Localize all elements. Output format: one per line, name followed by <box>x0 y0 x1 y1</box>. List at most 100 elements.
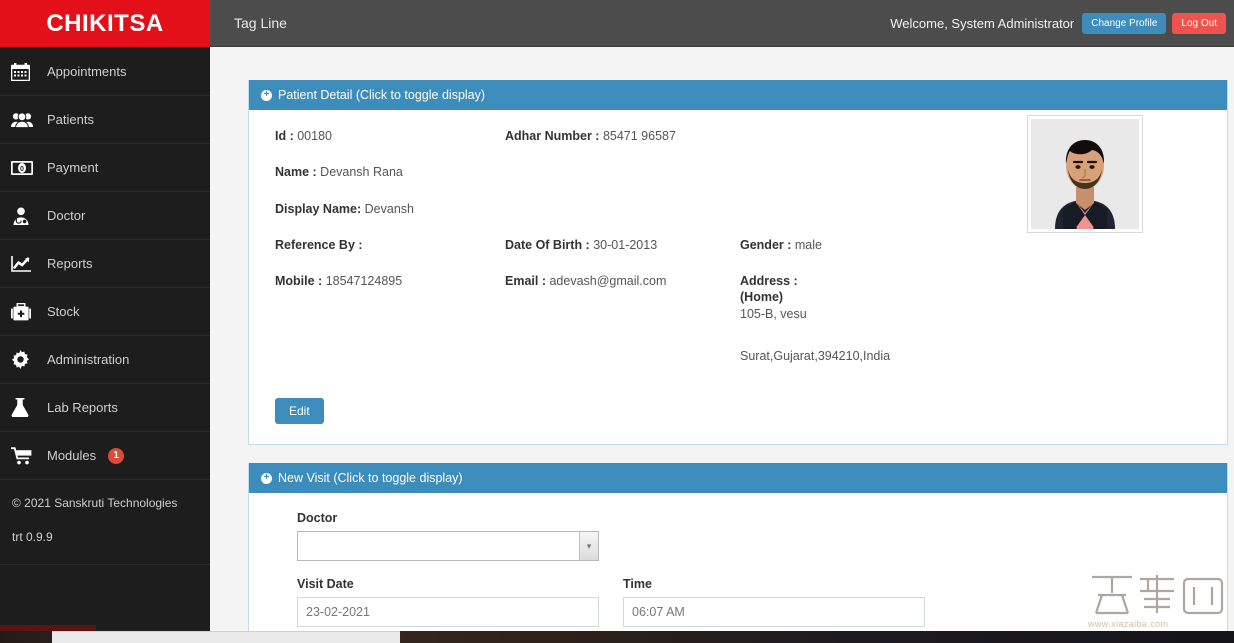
chart-line-icon <box>11 253 37 275</box>
patient-spacer-1 <box>740 128 970 164</box>
patient-name-field: Name : Devansh Rana <box>275 164 505 200</box>
sidebar-item-reports[interactable]: Reports <box>0 240 210 288</box>
patient-adhar-value: 85471 96587 <box>602 129 676 143</box>
new-visit-panel: + New Visit (Click to toggle display) Do… <box>248 463 1228 643</box>
patient-photo <box>1027 115 1143 233</box>
sidebar-item-label: Modules <box>47 448 97 463</box>
welcome-text: Welcome, System Administrator <box>890 15 1075 31</box>
patient-address-label: Address : <box>740 274 798 288</box>
cart-icon <box>11 445 37 467</box>
patient-display-name-field: Display Name: Devansh <box>275 201 505 237</box>
plus-circle-icon: + <box>261 89 272 101</box>
doctor-field-spacer <box>623 511 925 561</box>
sidebar: CHIKITSA Appointments Patients 0 Payment <box>0 0 210 643</box>
patient-spacer-4 <box>505 201 740 237</box>
patient-email-value: adevash@gmail.com <box>549 274 667 288</box>
patient-dob-field: Date Of Birth : 30-01-2013 <box>505 237 740 273</box>
patient-address-type: (Home) <box>740 290 784 305</box>
patient-photo-image <box>1031 119 1139 229</box>
patient-mobile-value: 18547124895 <box>325 274 403 288</box>
modules-badge: 1 <box>108 447 125 464</box>
doctor-field-group: Doctor ▾ <box>297 511 599 561</box>
sidebar-item-label: Lab Reports <box>47 400 118 415</box>
sidebar-item-label: Patients <box>47 112 94 127</box>
svg-text:0: 0 <box>20 166 24 173</box>
edit-patient-button[interactable]: Edit <box>275 398 324 424</box>
time-field-group: Time <box>623 577 925 627</box>
plus-circle-icon: + <box>261 472 272 484</box>
patient-id-field: Id : 00180 <box>275 128 505 164</box>
sidebar-item-administration[interactable]: Administration <box>0 336 210 384</box>
app-window: CHIKITSA Appointments Patients 0 Payment <box>0 0 1234 643</box>
patient-dob-value: 30-01-2013 <box>593 237 658 252</box>
patient-detail-panel: + Patient Detail (Click to toggle displa… <box>248 80 1228 445</box>
logout-button[interactable]: Log Out <box>1172 12 1226 34</box>
sidebar-footer: © 2021 Sanskruti Technologies trt 0.9.9 <box>0 480 210 565</box>
sidebar-item-label: Administration <box>47 352 130 367</box>
patient-id-value: 00180 <box>297 129 332 143</box>
patient-gender-value: male <box>794 237 822 252</box>
os-taskbar <box>0 631 1234 643</box>
sidebar-item-label: Stock <box>47 304 80 319</box>
sidebar-item-patients[interactable]: Patients <box>0 96 210 144</box>
medkit-icon <box>11 301 37 323</box>
new-visit-panel-title: New Visit (Click to toggle display) <box>278 471 463 485</box>
patient-adhar-label: Adhar Number : <box>505 129 600 143</box>
sidebar-item-label: Doctor <box>47 208 86 223</box>
sidebar-item-doctor[interactable]: Doctor <box>0 192 210 240</box>
sidebar-copyright: © 2021 Sanskruti Technologies <box>12 496 178 510</box>
header-actions: Welcome, System Administrator Change Pro… <box>890 0 1234 47</box>
patient-name-value: Devansh Rana <box>320 165 403 180</box>
patient-mobile-field: Mobile : 18547124895 <box>275 273 505 384</box>
sidebar-item-stock[interactable]: Stock <box>0 288 210 336</box>
brand-logo[interactable]: CHIKITSA <box>0 0 210 47</box>
flask-icon <box>11 397 37 419</box>
patient-detail-panel-header[interactable]: + Patient Detail (Click to toggle displa… <box>249 80 1227 110</box>
sidebar-item-label: Payment <box>47 160 99 175</box>
main-content: + Patient Detail (Click to toggle displa… <box>210 47 1234 643</box>
visit-date-field-group: Visit Date <box>297 577 599 627</box>
visit-date-input[interactable] <box>297 597 599 627</box>
gear-icon <box>11 349 37 371</box>
patient-spacer-3 <box>740 164 970 200</box>
patient-id-label: Id : <box>275 129 294 143</box>
patient-spacer-5 <box>740 201 970 237</box>
patient-reference-label: Reference By : <box>275 237 363 252</box>
time-input[interactable] <box>623 597 925 627</box>
new-visit-body: Doctor ▾ Visit Date Time <box>249 493 1227 643</box>
doctor-icon <box>11 205 37 227</box>
doctor-select-wrap: ▾ <box>297 531 599 561</box>
patient-email-label: Email : <box>505 274 546 288</box>
patient-reference-field: Reference By : <box>275 237 505 273</box>
patient-address-line2: Surat,Gujarat,394210,India <box>740 348 891 363</box>
brand-name: CHIKITSA <box>46 9 164 37</box>
patient-display-name-label: Display Name: <box>275 201 362 216</box>
patient-name-label: Name : <box>275 165 317 180</box>
tagline: Tag Line <box>234 15 287 31</box>
time-label: Time <box>623 577 652 591</box>
sidebar-item-payment[interactable]: 0 Payment <box>0 144 210 192</box>
patient-address-line1: 105-B, vesu <box>740 306 807 321</box>
top-header: Tag Line Welcome, System Administrator C… <box>210 0 1234 47</box>
calendar-icon <box>11 61 37 83</box>
address-gap <box>740 322 970 348</box>
new-visit-panel-header[interactable]: + New Visit (Click to toggle display) <box>249 463 1227 493</box>
patient-display-name-value: Devansh <box>364 201 414 216</box>
sidebar-item-lab-reports[interactable]: Lab Reports <box>0 384 210 432</box>
taskbar-window-strip[interactable] <box>52 631 400 643</box>
patient-detail-panel-title: Patient Detail (Click to toggle display) <box>278 88 486 102</box>
patient-mobile-label: Mobile : <box>275 274 323 288</box>
users-icon <box>11 109 37 131</box>
change-profile-button[interactable]: Change Profile <box>1082 12 1167 34</box>
sidebar-version: trt 0.9.9 <box>12 530 53 544</box>
money-icon: 0 <box>11 157 37 179</box>
visit-date-label: Visit Date <box>297 577 354 591</box>
doctor-select[interactable] <box>297 531 599 561</box>
sidebar-item-appointments[interactable]: Appointments <box>0 48 210 96</box>
patient-email-field: Email : adevash@gmail.com <box>505 273 740 384</box>
sidebar-item-label: Reports <box>47 256 93 271</box>
sidebar-item-modules[interactable]: Modules 1 <box>0 432 210 480</box>
patient-adhar-field: Adhar Number : 85471 96587 <box>505 128 740 164</box>
sidebar-item-label: Appointments <box>47 64 127 79</box>
patient-gender-field: Gender : male <box>740 237 970 273</box>
